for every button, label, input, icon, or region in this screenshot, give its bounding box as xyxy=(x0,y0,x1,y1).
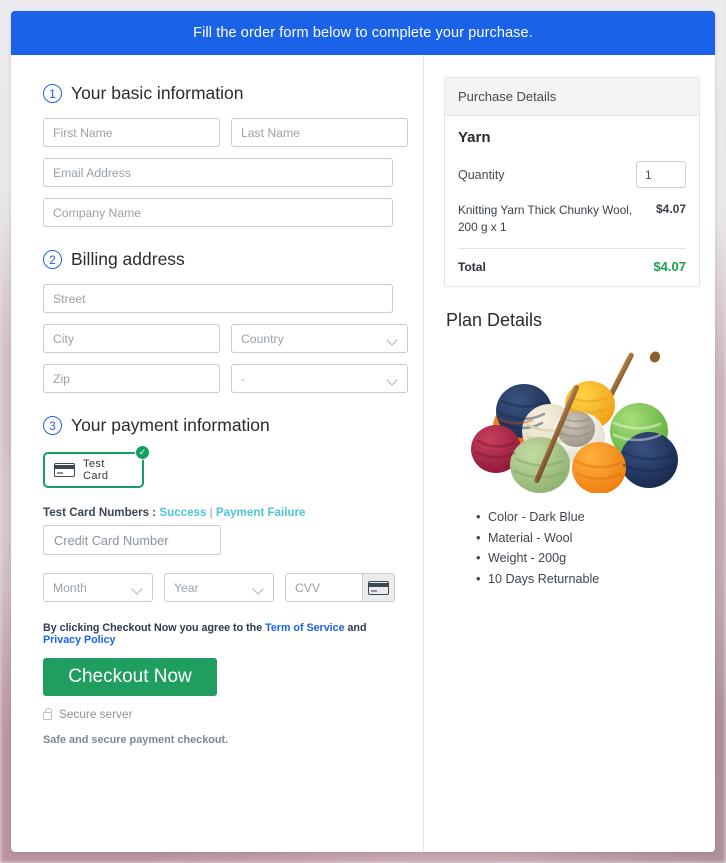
terms-agreement-text: By clicking Checkout Now you agree to th… xyxy=(43,622,393,646)
privacy-policy-link[interactable]: Privacy Policy xyxy=(43,634,116,646)
expiry-month-value: Month xyxy=(53,580,87,595)
section-header-payment-information: 3 Your payment information xyxy=(43,415,405,436)
email-input[interactable]: Email Address xyxy=(43,158,393,187)
card-body: 1 Your basic information First Name Last… xyxy=(11,55,715,852)
check-circle-icon: ✓ xyxy=(135,445,150,460)
plan-details-title: Plan Details xyxy=(446,310,543,331)
last-name-input[interactable]: Last Name xyxy=(231,118,408,147)
purchase-details-header: Purchase Details xyxy=(445,78,699,116)
checkout-card: Fill the order form below to complete yo… xyxy=(11,11,715,852)
street-row: Street xyxy=(43,284,393,313)
list-item: 10 Days Returnable xyxy=(476,568,700,590)
test-card-numbers-line: Test Card Numbers : Success | Payment Fa… xyxy=(43,506,393,519)
line-item-description: Knitting Yarn Thick Chunky Wool, 200 g x… xyxy=(458,203,633,235)
expiry-cvv-row: Month Year CVV xyxy=(43,573,395,602)
terms-lead-text: By clicking Checkout Now you agree to th… xyxy=(43,622,266,634)
step-number-2: 2 xyxy=(43,250,62,269)
credit-card-number-input[interactable]: Credit Card Number xyxy=(43,525,221,555)
first-name-input[interactable]: First Name xyxy=(43,118,220,147)
section-title-billing-address: Billing address xyxy=(71,249,185,269)
summary-column: Purchase Details Yarn Quantity 1 Knittin… xyxy=(424,55,714,852)
company-row: Company Name xyxy=(43,198,393,227)
test-card-option-wrapper: Test Card ✓ xyxy=(43,445,150,488)
section-header-basic-information: 1 Your basic information xyxy=(43,83,405,104)
city-input[interactable]: City xyxy=(43,324,220,353)
banner-text: Fill the order form below to complete yo… xyxy=(193,25,533,41)
checkout-now-button[interactable]: Checkout Now xyxy=(43,658,217,696)
yarn-product-image xyxy=(471,351,678,494)
zip-state-row: Zip - xyxy=(43,364,408,393)
expiry-year-select[interactable]: Year xyxy=(164,573,274,602)
terms-of-service-link[interactable]: Term of Service xyxy=(265,622,344,634)
product-name: Yarn xyxy=(458,129,491,146)
secure-server-note: Secure server xyxy=(43,707,393,721)
expiry-month-select[interactable]: Month xyxy=(43,573,153,602)
section-header-billing-address: 2 Billing address xyxy=(43,249,405,270)
total-row: Total $4.07 xyxy=(458,259,686,274)
quantity-row: Quantity 1 xyxy=(458,161,686,188)
list-item: Weight - 200g xyxy=(476,547,700,569)
step-number-1: 1 xyxy=(43,84,62,103)
section-title-basic-information: Your basic information xyxy=(71,83,244,103)
total-value: $4.07 xyxy=(653,259,686,275)
divider xyxy=(458,248,686,250)
state-select[interactable]: - xyxy=(231,364,408,393)
company-name-input[interactable]: Company Name xyxy=(43,198,393,227)
plan-features-list: Color - Dark Blue Material - Wool Weight… xyxy=(444,506,700,590)
top-banner: Fill the order form below to complete yo… xyxy=(11,11,715,55)
zip-input[interactable]: Zip xyxy=(43,364,220,393)
credit-card-icon xyxy=(368,580,389,595)
step-number-3: 3 xyxy=(43,416,62,435)
form-column: 1 Your basic information First Name Last… xyxy=(11,55,424,852)
name-row: First Name Last Name xyxy=(43,118,408,147)
line-item-row: Knitting Yarn Thick Chunky Wool, 200 g x… xyxy=(458,202,686,236)
state-select-value: - xyxy=(241,371,246,386)
test-card-success-link[interactable]: Success xyxy=(159,506,206,519)
test-card-numbers-label: Test Card Numbers : xyxy=(43,506,160,519)
total-label: Total xyxy=(458,259,486,274)
street-input[interactable]: Street xyxy=(43,284,393,313)
expiry-year-value: Year xyxy=(174,580,199,595)
test-card-separator: | xyxy=(206,506,216,519)
purchase-details-card: Purchase Details Yarn Quantity 1 Knittin… xyxy=(444,77,700,288)
country-select-value: Country xyxy=(241,331,284,346)
cvv-input[interactable]: CVV xyxy=(286,574,362,601)
section-title-payment-information: Your payment information xyxy=(71,415,270,435)
cvv-card-icon-button[interactable] xyxy=(362,574,394,601)
test-card-label: Test Card xyxy=(83,458,109,482)
credit-card-icon xyxy=(54,463,75,477)
email-row: Email Address xyxy=(43,158,393,187)
test-card-failure-link[interactable]: Payment Failure xyxy=(216,506,306,519)
city-country-row: City Country xyxy=(43,324,408,353)
list-item: Color - Dark Blue xyxy=(476,506,700,528)
quantity-label: Quantity xyxy=(458,167,505,182)
test-card-option[interactable]: Test Card xyxy=(43,452,144,488)
list-item: Material - Wool xyxy=(476,527,700,549)
safe-checkout-note: Safe and secure payment checkout. xyxy=(43,734,229,746)
line-item-price: $4.07 xyxy=(655,202,686,216)
cvv-field-group: CVV xyxy=(285,573,395,602)
lock-icon xyxy=(43,707,52,720)
country-select[interactable]: Country xyxy=(231,324,408,353)
terms-and-text: and xyxy=(344,622,367,634)
purchase-details-body: Yarn Quantity 1 Knitting Yarn Thick Chun… xyxy=(445,116,699,286)
secure-server-label: Secure server xyxy=(59,707,133,721)
quantity-input[interactable]: 1 xyxy=(636,161,686,188)
